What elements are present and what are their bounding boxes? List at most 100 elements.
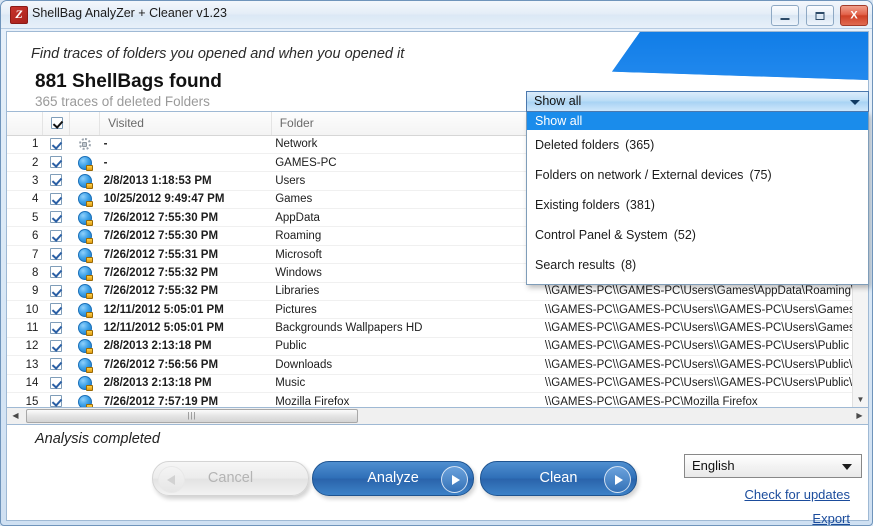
row-checkbox-cell[interactable] xyxy=(42,356,69,374)
table-row[interactable]: 137/26/2012 7:56:56 PMDownloads\\GAMES-P… xyxy=(7,356,869,374)
row-checkbox-cell[interactable] xyxy=(42,264,69,282)
filter-option-3[interactable]: Existing folders(381) xyxy=(527,190,868,220)
select-all-checkbox[interactable] xyxy=(51,117,63,129)
row-checkbox-cell[interactable] xyxy=(42,319,69,337)
row-checkbox-cell[interactable] xyxy=(42,301,69,319)
filter-option-count: (52) xyxy=(674,228,696,242)
row-type-icon-cell xyxy=(70,319,100,337)
filter-option-4[interactable]: Control Panel & System(52) xyxy=(527,220,868,250)
row-checkbox-cell[interactable] xyxy=(42,209,69,227)
analyze-button-label: Analyze xyxy=(367,470,419,486)
minimize-button[interactable] xyxy=(771,5,799,26)
row-checkbox[interactable] xyxy=(50,358,62,370)
filter-dropdown-button[interactable]: Show all xyxy=(526,91,869,112)
filter-option-2[interactable]: Folders on network / External devices(75… xyxy=(527,160,868,190)
row-type-icon-cell xyxy=(70,245,100,263)
row-checkbox[interactable] xyxy=(50,285,62,297)
table-row[interactable]: 122/8/2013 2:13:18 PMPublic\\GAMES-PC\\G… xyxy=(7,337,869,355)
row-checkbox[interactable] xyxy=(50,174,62,186)
row-checkbox-cell[interactable] xyxy=(42,337,69,355)
row-checkbox-cell[interactable] xyxy=(42,392,69,408)
table-row[interactable]: 14 2/8/2013 2:13:18 PMMusic\\GAMES-PC\\GA… xyxy=(7,374,869,392)
filter-dropdown[interactable]: Show all Show allDeleted folders(365)Fol… xyxy=(526,91,869,285)
cell-visited: 7/26/2012 7:57:19 PM xyxy=(100,392,272,408)
cell-folder: Music xyxy=(271,374,541,392)
table-row[interactable]: 1012/11/2012 5:05:01 PMPictures\\GAMES-P… xyxy=(7,301,869,319)
cell-visited: 10/25/2012 9:49:47 PM xyxy=(100,190,272,208)
cell-visited: 7/26/2012 7:56:56 PM xyxy=(100,356,272,374)
close-icon: X xyxy=(850,10,857,21)
cell-visited: 7/26/2012 7:55:31 PM xyxy=(100,245,272,263)
globe-lock-icon xyxy=(78,303,92,317)
filter-dropdown-value: Show all xyxy=(534,94,581,108)
globe-lock-icon xyxy=(78,339,92,353)
clean-button[interactable]: Clean xyxy=(480,461,637,496)
row-checkbox[interactable] xyxy=(50,156,62,168)
language-select[interactable]: English xyxy=(684,454,862,478)
row-type-icon-cell xyxy=(70,282,100,300)
row-number: 12 xyxy=(7,337,42,355)
table-row[interactable]: 1112/11/2012 5:05:01 PMBackgrounds Wallp… xyxy=(7,319,869,337)
filter-option-1[interactable]: Deleted folders(365) xyxy=(527,130,868,160)
row-checkbox-cell[interactable] xyxy=(42,374,69,392)
filter-option-0[interactable]: Show all xyxy=(527,112,868,130)
row-number: 8 xyxy=(7,264,42,282)
row-number: 14 xyxy=(7,374,42,392)
filter-option-count: (8) xyxy=(621,258,636,272)
header-select-all[interactable] xyxy=(42,112,69,135)
cell-visited: - xyxy=(100,153,272,171)
row-checkbox[interactable] xyxy=(50,248,62,260)
cancel-button[interactable]: Cancel xyxy=(152,461,309,496)
row-type-icon-cell xyxy=(70,301,100,319)
scroll-right-icon[interactable]: ▶ xyxy=(851,408,868,424)
scroll-down-icon[interactable]: ▼ xyxy=(853,392,868,408)
row-checkbox[interactable] xyxy=(50,377,62,389)
filter-option-5[interactable]: Search results(8) xyxy=(527,250,868,280)
close-button[interactable]: X xyxy=(840,5,868,26)
row-checkbox-cell[interactable] xyxy=(42,135,69,153)
row-checkbox[interactable] xyxy=(50,340,62,352)
row-checkbox[interactable] xyxy=(50,211,62,223)
header-visited[interactable]: Visited xyxy=(100,112,272,135)
row-checkbox-cell[interactable] xyxy=(42,172,69,190)
row-checkbox[interactable] xyxy=(50,138,62,150)
scroll-left-icon[interactable]: ◀ xyxy=(7,408,24,424)
row-checkbox[interactable] xyxy=(50,193,62,205)
cell-folder: Public xyxy=(271,337,541,355)
cell-path: \\GAMES-PC\\GAMES-PC\Users\\GAMES-PC\Use… xyxy=(541,374,869,392)
row-checkbox[interactable] xyxy=(50,266,62,278)
check-for-updates-link[interactable]: Check for updates xyxy=(744,487,850,502)
table-horizontal-scrollbar[interactable]: ◀ ||| ▶ xyxy=(6,408,869,425)
row-type-icon-cell xyxy=(70,209,100,227)
filter-option-label: Existing folders xyxy=(535,198,620,212)
header-folder[interactable]: Folder xyxy=(271,112,541,135)
cell-folder: Roaming xyxy=(271,227,541,245)
cell-visited: 2/8/2013 2:13:18 PM xyxy=(100,337,272,355)
row-type-icon-cell xyxy=(70,264,100,282)
cell-visited: 12/11/2012 5:05:01 PM xyxy=(100,319,272,337)
cell-visited: 2/8/2013 1:18:53 PM xyxy=(100,172,272,190)
row-checkbox-cell[interactable] xyxy=(42,245,69,263)
status-text: Analysis completed xyxy=(35,431,160,447)
horizontal-scroll-thumb[interactable]: ||| xyxy=(26,409,358,423)
row-checkbox[interactable] xyxy=(50,230,62,242)
row-checkbox-cell[interactable] xyxy=(42,190,69,208)
row-type-icon-cell xyxy=(70,172,100,190)
row-checkbox-cell[interactable] xyxy=(42,282,69,300)
cell-visited: 2/8/2013 2:13:18 PM xyxy=(100,374,272,392)
globe-lock-icon xyxy=(78,395,92,408)
analyze-button[interactable]: Analyze xyxy=(312,461,474,496)
shellbags-found-count: 881 ShellBags found xyxy=(35,71,222,93)
row-checkbox[interactable] xyxy=(50,395,62,407)
row-checkbox-cell[interactable] xyxy=(42,153,69,171)
globe-lock-icon xyxy=(78,211,92,225)
row-checkbox-cell[interactable] xyxy=(42,227,69,245)
row-checkbox[interactable] xyxy=(50,322,62,334)
cell-path: \\GAMES-PC\\GAMES-PC\Mozilla Firefox xyxy=(541,392,869,408)
row-checkbox[interactable] xyxy=(50,303,62,315)
table-row[interactable]: 157/26/2012 7:57:19 PMMozilla Firefox\\G… xyxy=(7,392,869,408)
export-link[interactable]: Export xyxy=(812,511,850,526)
chevron-down-icon xyxy=(850,100,860,105)
maximize-button[interactable] xyxy=(806,5,834,26)
cell-visited: 7/26/2012 7:55:32 PM xyxy=(100,264,272,282)
